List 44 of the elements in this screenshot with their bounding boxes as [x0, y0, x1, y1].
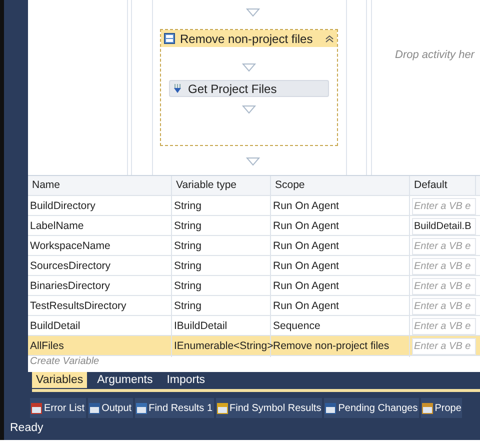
- variable-row[interactable]: BuildDirectory String Run On Agent Enter a VB e: [28, 196, 480, 216]
- variable-row[interactable]: WorkspaceName String Run On Agent Enter a VB e: [28, 236, 480, 256]
- variable-row[interactable]: BuildDetail IBuildDetail Sequence Enter a VB e: [28, 316, 480, 336]
- collapse-icon[interactable]: [325, 34, 334, 42]
- drop-arrow-icon: [242, 63, 256, 72]
- table-cell: IEnumerable<String>: [172, 336, 271, 357]
- window-icon: [88, 402, 100, 414]
- column-header[interactable]: Name: [28, 176, 172, 195]
- activity-label: Get Project Files: [188, 80, 277, 98]
- tool-window-tab[interactable]: Pending Changes: [324, 398, 419, 418]
- column-header[interactable]: Variable type: [172, 176, 271, 195]
- tool-window-tab[interactable]: Error List: [30, 398, 86, 418]
- status-text: Ready: [9, 421, 44, 436]
- variable-row[interactable]: LabelName String Run On Agent BuildDetail.B: [28, 216, 480, 236]
- variable-row[interactable]: SourcesDirectory String Run On Agent Enter a VB e: [28, 256, 480, 276]
- variable-row[interactable]: TestResultsDirectory String Run On Agent Enter a VB e: [28, 296, 480, 316]
- sequence-title: Remove non-project files: [180, 30, 314, 48]
- drop-arrow-icon: [242, 105, 256, 114]
- expression-field[interactable]: BuildDetail.B: [412, 218, 476, 235]
- drop-arrow-icon: [246, 8, 260, 17]
- window-icon: [136, 402, 147, 414]
- download-arrow-icon: [173, 83, 182, 94]
- sequence-activity[interactable]: Remove non-project files Get Project Files: [160, 29, 338, 146]
- column-header[interactable]: Default: [410, 176, 476, 195]
- window-icon: [325, 402, 336, 414]
- drop-hint: Drop activity her: [395, 48, 474, 63]
- designer-tab[interactable]: Imports: [162, 372, 210, 388]
- table-cell: AllFiles: [28, 336, 172, 357]
- variable-row[interactable]: BinariesDirectory String Run On Agent Enter a VB e: [28, 276, 480, 296]
- window-icon: [216, 402, 228, 414]
- window-icon: [422, 402, 433, 414]
- column-header[interactable]: Scope: [271, 176, 410, 195]
- drop-arrow-icon: [246, 157, 260, 166]
- designer-tab[interactable]: Arguments: [93, 372, 157, 388]
- tool-window-tab[interactable]: Prope: [420, 398, 462, 418]
- designer-tab[interactable]: Variables: [32, 372, 88, 388]
- window-icon: [31, 402, 42, 414]
- activity-block[interactable]: Get Project Files: [169, 80, 329, 97]
- create-variable-link[interactable]: Create Variable: [28, 356, 480, 367]
- tool-window-tab[interactable]: Find Symbol Results: [216, 398, 322, 418]
- sequence-icon: [164, 33, 175, 44]
- tool-window-tab[interactable]: Output: [88, 398, 133, 418]
- tool-window-tab[interactable]: Find Results 1: [134, 398, 214, 418]
- variable-row[interactable]: AllFiles IEnumerable<String>Remove non-project files Enter a VB e: [28, 336, 480, 356]
